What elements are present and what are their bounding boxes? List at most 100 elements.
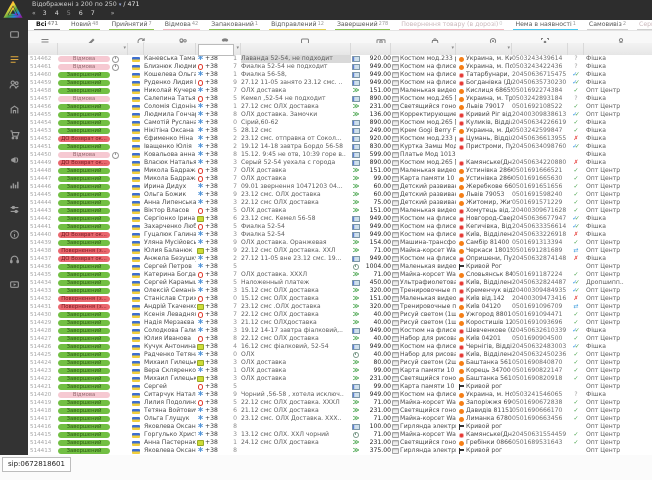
order-row[interactable]: 514416 Завершений Яковлева Оксана +38 8 … [28, 423, 652, 431]
client-name[interactable]: Сергей [144, 383, 196, 391]
order-row[interactable]: 514441 Завершений Захарченко Люба +38 5 … [28, 223, 652, 231]
status-badge[interactable]: ДО Возврат ок... [58, 160, 110, 167]
order-row[interactable]: 514420 Відмова Ситарчук Наталія Гр.. +38… [28, 391, 652, 399]
client-phone[interactable]: +38 [205, 311, 227, 319]
delivery-address[interactable]: Гребінки 08662 [466, 439, 512, 447]
client-phone[interactable]: +38 [205, 287, 227, 295]
status-badge[interactable]: Завершений [58, 312, 110, 319]
client-name[interactable]: Олексій Семанін [144, 287, 196, 295]
client-phone[interactable]: +38 [205, 407, 227, 415]
delivery-address[interactable]: Богданівка (Дні.. [466, 79, 512, 87]
client-name[interactable]: Близнюк Людмила .. [144, 63, 196, 71]
info-icon[interactable] [8, 228, 20, 240]
product-name[interactable]: Костюм мод.265 [1шт. x 890.00 .. [400, 119, 456, 127]
client-name[interactable]: Катерина Богданова [144, 271, 196, 279]
status-badge[interactable]: Завершений [58, 72, 110, 79]
tracking-number[interactable]: 0501689531643 [512, 439, 568, 447]
tracking-number[interactable]: 0501690822147 [512, 367, 568, 375]
order-row[interactable]: 514425 Завершений Радченко Тетяна +38 0 … [28, 351, 652, 359]
delivery-address[interactable]: Корець 34700 [466, 367, 512, 375]
client-phone[interactable]: +38 [205, 247, 227, 255]
client-phone[interactable]: +38 [205, 327, 227, 335]
tracking-number[interactable]: 20450632450236 [512, 351, 568, 359]
status-badge[interactable]: Завершений [58, 104, 110, 111]
order-comment[interactable]: 23.12 смс. ОЛХ доставка [241, 191, 351, 199]
client-name[interactable]: Ксенія Левадняя [144, 311, 196, 319]
client-phone[interactable]: +38 [205, 79, 227, 87]
tracking-number[interactable]: 20400309838613 [512, 111, 568, 119]
tracking-number[interactable]: 20400309671628 [512, 207, 568, 215]
order-row[interactable]: 514454 Завершений Самотій Руслана Во.. +… [28, 119, 652, 127]
client-phone[interactable]: +38 [205, 55, 227, 63]
product-name[interactable]: Светящийся гоночный трек Ма.. [400, 407, 456, 415]
tracking-number[interactable]: 20450632483003 [512, 343, 568, 351]
client-phone[interactable]: +38 [205, 303, 227, 311]
tracking-number[interactable]: 0503242893184 [512, 95, 568, 103]
product-name[interactable]: Тренировочные петли TRX Train.. [400, 287, 456, 295]
status-badge[interactable]: Завершений [58, 320, 110, 327]
product-name[interactable]: Майка-корсет Waist Trainer *142.. [400, 431, 456, 439]
client-phone[interactable]: +38 [205, 375, 227, 383]
client-phone[interactable]: +38 [205, 215, 227, 223]
client-name[interactable]: Яковлева Оксана [144, 423, 196, 431]
product-name[interactable]: Маленькая видеокамера SQ8 *.. [400, 207, 456, 215]
order-comment[interactable]: 22.12 смс ОЛХ доставка [241, 311, 351, 319]
filter-id[interactable] [28, 43, 58, 55]
order-row[interactable]: 514446 Завершений Ирина Дидух +38 7 09.0… [28, 183, 652, 191]
client-name[interactable]: Салепина Татьяна С.. [144, 95, 196, 103]
order-comment[interactable] [241, 447, 351, 455]
status-badge[interactable]: Завершений [58, 216, 110, 223]
order-row[interactable]: 514413 Завершений Яковлева Оксана +38 8 … [28, 447, 652, 455]
delivery-address[interactable]: Опришени, Пун.. [466, 255, 512, 263]
client-name[interactable]: Михаил Гилецький [144, 359, 196, 367]
product-name[interactable]: Маленькая видеокамера SQ8 *.. [400, 263, 456, 271]
order-comment[interactable]: 15.12 смс ОЛХ доставка [241, 295, 351, 303]
status-badge[interactable]: Завершений [58, 360, 110, 367]
delivery-address[interactable]: Украина, м. По.. [466, 63, 512, 71]
order-row[interactable]: 514447 Завершений Микола Бадражан +38 7 … [28, 175, 652, 183]
tracking-number[interactable] [512, 423, 568, 431]
product-name[interactable]: Корректирующие брюки Hollyw.. [400, 111, 456, 119]
status-badge[interactable]: ДО Возврат ок... [58, 256, 110, 263]
status-tab[interactable]: Сервіси0 [637, 20, 652, 30]
tracking-number[interactable]: 20450632824487 [512, 279, 568, 287]
order-comment[interactable]: 15.12 смс ОЛХ доставка [241, 287, 351, 295]
order-comment[interactable]: ОЛХ доставка [241, 367, 351, 375]
client-phone[interactable]: +38 [205, 63, 227, 71]
product-name[interactable]: Костюм на флисе Мод.1014 (1ш.. [400, 215, 456, 223]
order-comment[interactable]: 23.12 смс .ОЛХ доставка [241, 303, 351, 311]
order-row[interactable]: 514418 Завершений Тетяна Войтович +38 6 … [28, 407, 652, 415]
order-comment[interactable]: ОЛХ доставка [241, 87, 351, 95]
order-row[interactable]: 514415 Завершений Горгулько Христина.. +… [28, 431, 652, 439]
status-badge[interactable]: Відмова [58, 64, 110, 71]
tracking-number[interactable]: 0501691096709 [512, 303, 568, 311]
client-phone[interactable]: +38 [205, 183, 227, 191]
product-name[interactable]: Карта памяти 10 класс - 32Гб *1.. [400, 383, 456, 391]
tracking-number[interactable] [512, 383, 568, 391]
delivery-address[interactable]: Украина, м. Но.. [466, 391, 512, 399]
client-phone[interactable]: +38 [205, 103, 227, 111]
filter-comment[interactable] [241, 43, 351, 55]
status-badge[interactable]: Завершений [58, 416, 110, 423]
tracking-number[interactable]: 20400309484935 [512, 287, 568, 295]
showing-range[interactable]: Відображені з 200 по 250 [32, 1, 117, 8]
client-name[interactable]: Юлия Баланюк [144, 247, 196, 255]
client-phone[interactable]: +38 [205, 255, 227, 263]
order-row[interactable]: 514448 Завершений Микола Бадражан +38 7 … [28, 167, 652, 175]
client-phone[interactable]: +38 [205, 431, 227, 439]
client-name[interactable]: Каневська Тамара .. [144, 55, 196, 63]
order-row[interactable]: 514455 Завершений Людмила Гончарова +38 … [28, 111, 652, 119]
first-page-button[interactable]: « [32, 10, 35, 17]
client-phone[interactable]: +38 [205, 383, 227, 391]
delivery-address[interactable]: Цумань, Відділ.. [466, 135, 512, 143]
product-name[interactable]: Майка-корсет Waist Trainer *142.. [400, 399, 456, 407]
order-row[interactable]: 514443 Завершений Віктор Власов +38 5 ОЛ… [28, 207, 652, 215]
cart-icon[interactable] [8, 128, 20, 140]
delivery-address[interactable]: Камянське(Дні.. [466, 159, 512, 167]
client-phone[interactable]: +38 [205, 319, 227, 327]
status-tab[interactable]: Прийнятий7 [109, 20, 153, 30]
client-name[interactable]: Уляна Мусійовська [144, 239, 196, 247]
status-badge[interactable]: Завершений [58, 432, 110, 439]
order-row[interactable]: 514440 ДО Возврат ок... Гуцалюк Галина +… [28, 231, 652, 239]
tracking-number[interactable]: 20450636613955 [512, 135, 568, 143]
